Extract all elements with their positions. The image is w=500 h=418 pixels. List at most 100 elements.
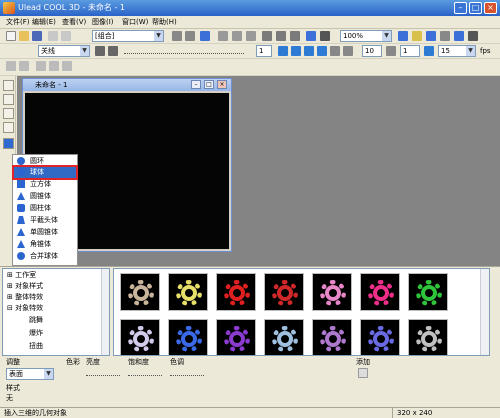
align-right-icon[interactable] bbox=[290, 31, 300, 41]
preset-thumbnail[interactable] bbox=[168, 273, 208, 311]
tree-item-object-style[interactable]: ⊞ 对象样式 bbox=[7, 282, 43, 291]
menu-item-cube[interactable]: 立方体 bbox=[14, 179, 76, 190]
gallery-scrollbar[interactable] bbox=[480, 269, 489, 355]
preset-thumbnail[interactable] bbox=[408, 273, 448, 311]
preset-thumbnail[interactable] bbox=[312, 319, 352, 355]
doc-minimize-button[interactable]: – bbox=[191, 80, 201, 89]
add-preset-icon[interactable] bbox=[358, 368, 368, 378]
save-icon[interactable] bbox=[32, 31, 42, 41]
export-icon[interactable] bbox=[454, 31, 464, 41]
undo-icon[interactable] bbox=[48, 31, 58, 41]
preset-thumbnail[interactable] bbox=[216, 319, 256, 355]
menu-item-cylinder[interactable]: 圆柱体 bbox=[14, 203, 76, 214]
align-center-icon[interactable] bbox=[276, 31, 286, 41]
move-object-icon[interactable] bbox=[200, 31, 210, 41]
render-icon[interactable] bbox=[426, 31, 436, 41]
fps-select[interactable]: 15 ▼ bbox=[438, 45, 476, 57]
tree-scrollbar[interactable] bbox=[101, 269, 109, 355]
preset-thumbnail[interactable] bbox=[216, 273, 256, 311]
menu-item-frustum[interactable]: 平截头体 bbox=[14, 215, 76, 226]
preset-thumbnail[interactable] bbox=[360, 273, 400, 311]
tree-item-studio[interactable]: ⊞ 工作室 bbox=[7, 271, 36, 280]
menu-item-torus[interactable]: 圆环 bbox=[14, 156, 76, 167]
preset-thumbnail[interactable] bbox=[312, 273, 352, 311]
menu-edit[interactable]: 编辑(E) bbox=[32, 18, 56, 27]
paste-icon[interactable] bbox=[246, 31, 256, 41]
font-select[interactable]: 关线 ▼ bbox=[38, 45, 90, 57]
redo-icon[interactable] bbox=[61, 31, 71, 41]
maximize-button[interactable]: □ bbox=[469, 2, 482, 14]
frame-slider[interactable] bbox=[124, 48, 244, 54]
menu-item-pyramid[interactable]: 角锥体 bbox=[14, 239, 76, 250]
bold-icon[interactable] bbox=[95, 46, 105, 56]
preset-thumbnail[interactable] bbox=[264, 273, 304, 311]
settings-icon[interactable] bbox=[440, 31, 450, 41]
copy-icon[interactable] bbox=[232, 31, 242, 41]
edit-graphic-icon[interactable] bbox=[3, 122, 14, 133]
kerning-icon[interactable] bbox=[49, 61, 59, 71]
new-file-icon[interactable] bbox=[6, 31, 16, 41]
tree-item-global-effects[interactable]: ⊞ 整体特效 bbox=[7, 293, 43, 302]
pause-icon[interactable] bbox=[386, 46, 396, 56]
preset-thumbnail[interactable] bbox=[120, 273, 160, 311]
preset-thumbnail[interactable] bbox=[360, 319, 400, 355]
frame-spin[interactable]: 1 bbox=[256, 45, 272, 57]
doc-maximize-button[interactable]: □ bbox=[204, 80, 214, 89]
rotate-icon[interactable] bbox=[185, 31, 195, 41]
open-folder-icon[interactable] bbox=[19, 31, 29, 41]
stop-icon[interactable] bbox=[330, 46, 340, 56]
chevron-down-icon: ▼ bbox=[466, 46, 475, 56]
step-spin[interactable]: 1 bbox=[400, 45, 420, 57]
fit-icon[interactable] bbox=[306, 31, 316, 41]
object-select[interactable]: [组合] ▼ bbox=[92, 30, 164, 42]
tint-slider[interactable] bbox=[170, 370, 204, 376]
menu-item-cone[interactable]: 圆锥体 bbox=[14, 191, 76, 202]
print-icon[interactable] bbox=[218, 31, 228, 41]
italic-icon[interactable] bbox=[108, 46, 118, 56]
preset-thumbnail[interactable] bbox=[408, 319, 448, 355]
menu-window[interactable]: 窗口(W) bbox=[122, 18, 148, 27]
spacing-icon[interactable] bbox=[36, 61, 46, 71]
loop-icon[interactable] bbox=[343, 46, 353, 56]
edit-text-icon[interactable] bbox=[3, 94, 14, 105]
hand-icon[interactable] bbox=[172, 31, 182, 41]
tree-item-twist[interactable]: 扭曲 bbox=[29, 342, 43, 351]
align-attr-icon[interactable] bbox=[19, 61, 29, 71]
insert-text-icon[interactable] bbox=[3, 80, 14, 91]
preset-thumbnail[interactable] bbox=[120, 319, 160, 355]
prev-frame-icon[interactable] bbox=[291, 46, 301, 56]
surface-select[interactable]: 表面 ▼ bbox=[6, 368, 54, 380]
insert-graphic-icon[interactable] bbox=[3, 108, 14, 119]
tree-item-explode[interactable]: 爆炸 bbox=[29, 329, 43, 338]
menu-help[interactable]: 帮助(H) bbox=[152, 18, 177, 27]
preset-thumbnail[interactable] bbox=[264, 319, 304, 355]
zoom-icon[interactable] bbox=[320, 31, 330, 41]
close-button[interactable]: × bbox=[484, 2, 497, 14]
saturation-slider[interactable] bbox=[128, 370, 162, 376]
menu-item-merged-sphere[interactable]: 合并球体 bbox=[14, 251, 76, 262]
next-frame-icon[interactable] bbox=[304, 46, 314, 56]
doc-close-button[interactable]: × bbox=[217, 80, 227, 89]
first-frame-icon[interactable] bbox=[278, 46, 288, 56]
preview-icon[interactable] bbox=[398, 31, 408, 41]
tree-item-object-effects[interactable]: ⊟ 对象特效 bbox=[7, 304, 43, 313]
timeline-icon[interactable] bbox=[424, 46, 434, 56]
preset-thumbnail[interactable] bbox=[168, 319, 208, 355]
brightness-slider[interactable] bbox=[86, 370, 120, 376]
menu-item-sphere[interactable]: 球体 bbox=[12, 165, 78, 180]
menu-image[interactable]: 图像(I) bbox=[92, 18, 114, 27]
help-icon[interactable] bbox=[468, 31, 478, 41]
leading-icon[interactable] bbox=[62, 61, 72, 71]
menu-view[interactable]: 查看(V) bbox=[62, 18, 86, 27]
align-left-icon[interactable] bbox=[262, 31, 272, 41]
frame-count-spin[interactable]: 10 bbox=[362, 45, 382, 57]
lightbulb-icon[interactable] bbox=[412, 31, 422, 41]
zoom-select[interactable]: 100% ▼ bbox=[340, 30, 392, 42]
insert-geometry-icon[interactable] bbox=[3, 138, 14, 149]
play-icon[interactable] bbox=[317, 46, 327, 56]
text-attr-icon[interactable] bbox=[6, 61, 16, 71]
tree-item-dance[interactable]: 跳舞 bbox=[29, 316, 43, 325]
minimize-button[interactable]: – bbox=[454, 2, 467, 14]
menu-file[interactable]: 文件(F) bbox=[6, 18, 30, 27]
menu-item-single-cone[interactable]: 单圆锥体 bbox=[14, 227, 76, 238]
